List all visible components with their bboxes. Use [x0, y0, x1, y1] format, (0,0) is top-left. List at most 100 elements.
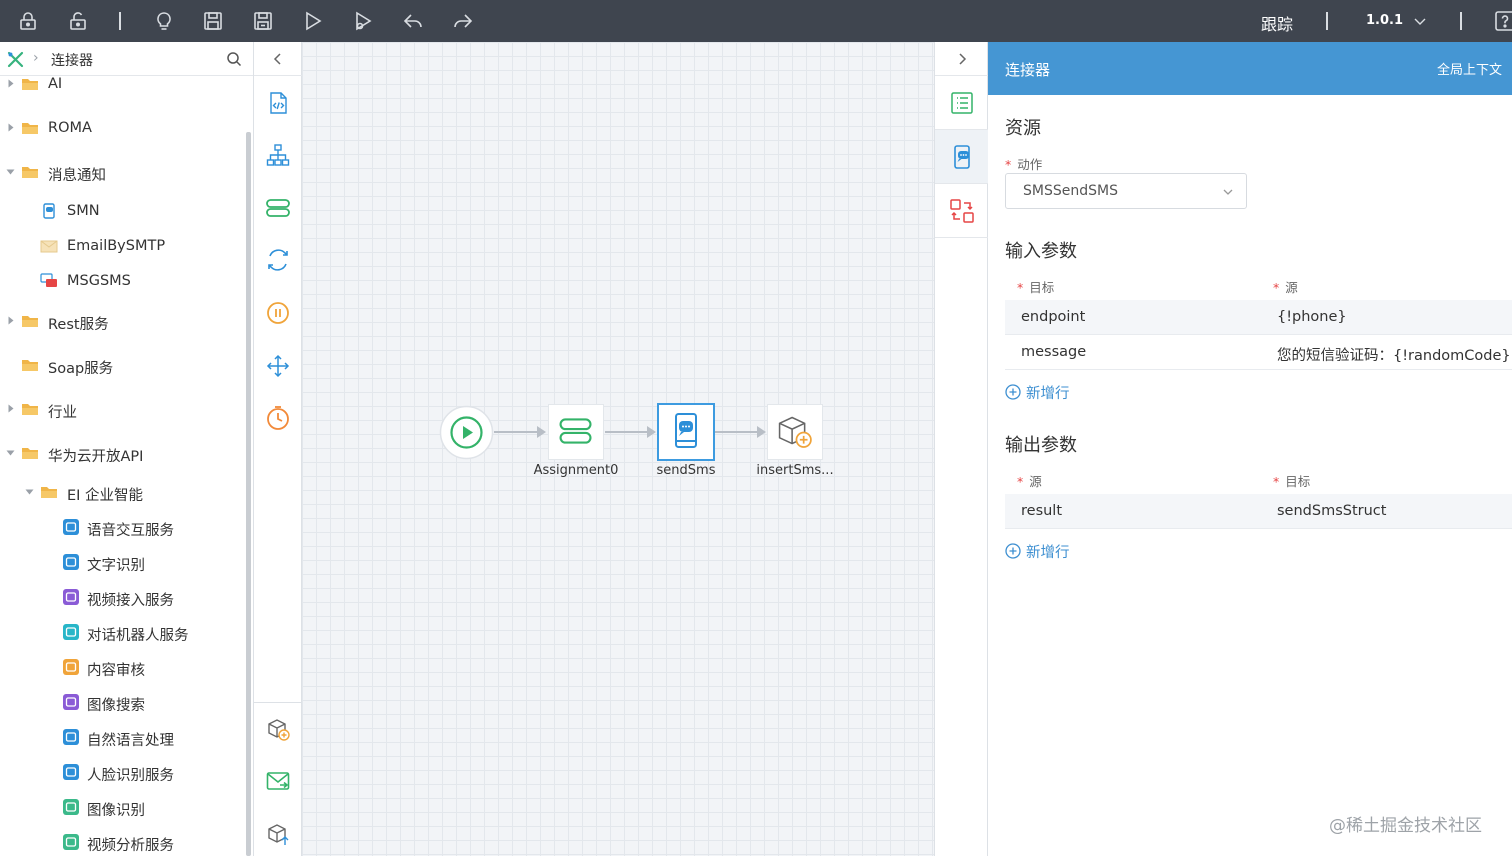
tree-item[interactable]: 对话机器人服务: [0, 619, 245, 647]
input-source-cell[interactable]: 您的短信验证码：{!randomCode}: [1277, 344, 1511, 365]
input-target-cell[interactable]: message: [1021, 344, 1086, 360]
script-icon[interactable]: [265, 90, 291, 116]
start-node[interactable]: [439, 405, 494, 460]
save-icon[interactable]: [202, 10, 224, 32]
tree-item[interactable]: 消息通知: [0, 159, 245, 187]
tree-item[interactable]: 图像搜索: [0, 689, 245, 717]
upload-object-icon[interactable]: [265, 821, 291, 847]
arrow-icon: [647, 426, 656, 438]
tree-item[interactable]: 人脸识别服务: [0, 759, 245, 787]
tree-item-label: AI: [48, 76, 63, 92]
save-as-icon[interactable]: [252, 10, 274, 32]
arrow-icon: [537, 426, 546, 438]
loop-icon[interactable]: [265, 247, 291, 273]
tab-connector[interactable]: [935, 130, 988, 184]
tree-item-label: 语音交互服务: [87, 523, 174, 539]
tree-item[interactable]: 视频分析服务: [0, 829, 245, 856]
flow-edge: [494, 431, 538, 433]
tree-item[interactable]: 图像识别: [0, 794, 245, 822]
tree-item[interactable]: 文字识别: [0, 549, 245, 577]
breadcrumb-title: 连接器: [51, 53, 93, 69]
sendsms-node[interactable]: [657, 403, 715, 461]
input-source-cell[interactable]: {!phone}: [1277, 309, 1347, 325]
service-icon: [63, 659, 79, 675]
input-target-cell[interactable]: endpoint: [1021, 309, 1085, 325]
pause-icon[interactable]: [265, 300, 291, 326]
undo-icon[interactable]: [402, 10, 424, 32]
caret-down-icon[interactable]: [25, 487, 34, 496]
tree-item[interactable]: 视频接入服务: [0, 584, 245, 612]
debug-icon[interactable]: [352, 10, 374, 32]
help-icon[interactable]: [1494, 10, 1512, 32]
input-col-target: * 目标: [1017, 280, 1055, 295]
run-icon[interactable]: [302, 10, 324, 32]
chevron-down-icon[interactable]: [1412, 13, 1428, 29]
caret-right-icon[interactable]: [6, 79, 15, 88]
node-label: Assignment0: [533, 463, 619, 478]
tree-item[interactable]: 语音交互服务: [0, 514, 245, 542]
caret-down-icon[interactable]: [6, 448, 15, 457]
folder-icon: [22, 404, 38, 415]
bulb-icon[interactable]: [153, 10, 175, 32]
tools-icon: [7, 51, 24, 68]
top-toolbar: 跟踪 1.0.1: [0, 0, 1512, 42]
tree-item[interactable]: EI 企业智能: [0, 479, 245, 507]
version-select[interactable]: 1.0.1: [1366, 13, 1403, 28]
caret-down-icon[interactable]: [6, 167, 15, 176]
output-target-cell[interactable]: sendSmsStruct: [1277, 503, 1386, 519]
tree-item-label: 文字识别: [87, 558, 145, 574]
service-icon: [63, 834, 79, 850]
tab-outline[interactable]: [935, 76, 988, 130]
unlock-icon[interactable]: [67, 10, 89, 32]
tree-item[interactable]: 内容审核: [0, 654, 245, 682]
side-tabs-header: [935, 42, 988, 76]
output-source-cell[interactable]: result: [1021, 503, 1062, 519]
tree-item[interactable]: EmailBySMTP: [0, 233, 245, 261]
action-select[interactable]: SMSSendSMS: [1005, 173, 1247, 209]
assignment-icon[interactable]: [265, 195, 291, 221]
redo-icon[interactable]: [452, 10, 474, 32]
tree-item[interactable]: ROMA: [0, 115, 245, 143]
table-row[interactable]: result sendSmsStruct: [1005, 494, 1512, 529]
table-row[interactable]: message 您的短信验证码：{!randomCode}: [1005, 335, 1512, 370]
collapse-right-icon[interactable]: [956, 52, 968, 66]
tree-item[interactable]: Soap服务: [0, 352, 245, 380]
caret-right-icon[interactable]: [6, 316, 15, 325]
service-icon: [63, 624, 79, 640]
tree-item[interactable]: MSGSMS: [0, 268, 245, 296]
sms-icon: [40, 273, 57, 287]
flow-canvas[interactable]: Assignment0 sendSms insertSms...: [302, 42, 934, 856]
collapse-left-icon[interactable]: [272, 52, 284, 66]
table-row[interactable]: endpoint {!phone}: [1005, 300, 1512, 335]
tree-scrollbar[interactable]: [246, 132, 251, 856]
tree-item[interactable]: 自然语言处理: [0, 724, 245, 752]
insert-record-icon[interactable]: [265, 716, 291, 742]
palette-divider: [254, 702, 302, 703]
caret-right-icon[interactable]: [6, 123, 15, 132]
fork-icon[interactable]: [265, 353, 291, 379]
tree-item-label: Soap服务: [48, 361, 114, 377]
timer-icon[interactable]: [265, 405, 291, 431]
org-chart-icon[interactable]: [265, 142, 291, 168]
caret-right-icon[interactable]: [6, 404, 15, 413]
service-icon: [63, 554, 79, 570]
service-icon: [63, 519, 79, 535]
tree-item[interactable]: 行业: [0, 396, 245, 424]
lock-icon[interactable]: [17, 10, 39, 32]
tab-mapping[interactable]: [935, 184, 988, 238]
action-select-value: SMSSendSMS: [1023, 183, 1118, 199]
tree-item[interactable]: Rest服务: [0, 308, 245, 336]
service-icon: [63, 694, 79, 710]
tree-item-label: 视频分析服务: [87, 838, 174, 854]
flow-edge: [715, 431, 758, 433]
mail-icon[interactable]: [265, 768, 291, 794]
tree-item[interactable]: SMN: [0, 198, 245, 226]
global-context-tab[interactable]: 全局上下文: [1437, 59, 1502, 78]
folder-icon: [22, 448, 38, 459]
assignment-node[interactable]: [548, 404, 604, 460]
tree-item[interactable]: 华为云开放API: [0, 440, 245, 468]
search-icon[interactable]: [226, 51, 242, 67]
trace-label[interactable]: 跟踪: [1261, 11, 1293, 35]
insertsms-node[interactable]: [767, 404, 823, 460]
toolbar-separator: [119, 12, 121, 30]
